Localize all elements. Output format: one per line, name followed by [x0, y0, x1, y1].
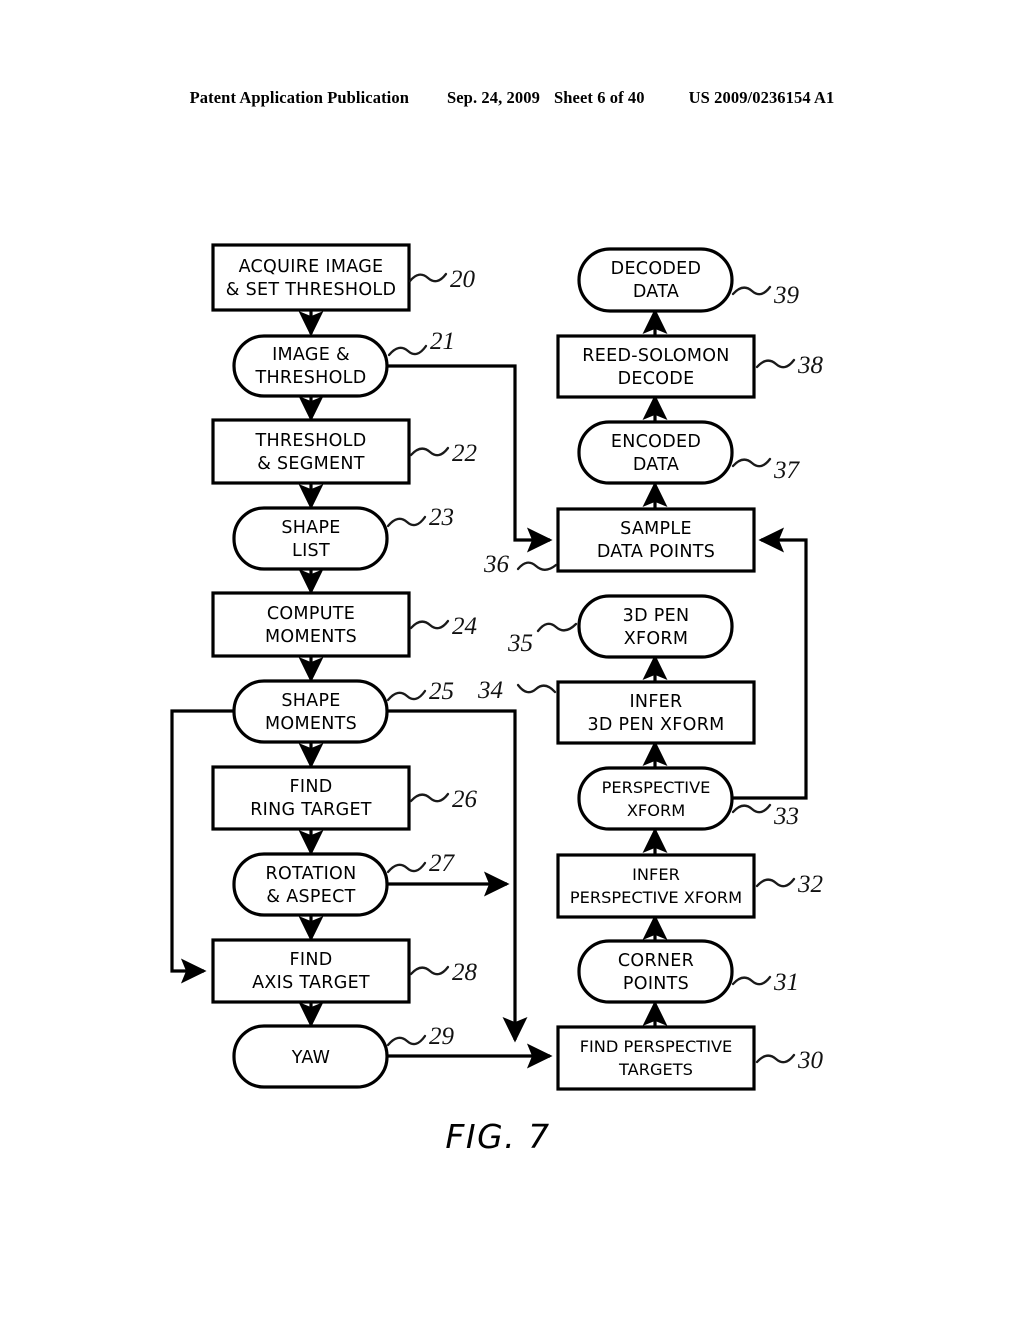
node-34-infer-3d-pen-xform: INFER 3D PEN XFORM — [556, 680, 756, 745]
node-32-infer-perspective-xform: INFER PERSPECTIVE XFORM — [556, 853, 756, 919]
ref-num-29: 29 — [429, 1023, 455, 1050]
node-31-corner-points: CORNER POINTS — [577, 939, 734, 1004]
node-25-line-1: SHAPE — [281, 691, 340, 711]
node-30-line-1: FIND PERSPECTIVE — [580, 1037, 733, 1056]
edge-25-to-28-feedback — [170, 709, 234, 984]
node-34-line-1: INFER — [629, 692, 682, 712]
ref-num-30: 30 — [797, 1047, 824, 1074]
node-39-line-2: DATA — [633, 282, 679, 302]
node-38-line-2: DECODE — [618, 369, 695, 389]
node-25-shape-moments: SHAPE MOMENTS — [232, 679, 389, 744]
node-29-line-1: YAW — [291, 1048, 331, 1068]
node-38-line-1: REED-SOLOMON — [582, 346, 729, 366]
ref-num-24: 24 — [452, 613, 477, 640]
node-38-reed-solomon-decode: REED-SOLOMON DECODE — [556, 334, 756, 399]
node-39-line-1: DECODED — [611, 259, 702, 279]
ref-num-28: 28 — [452, 959, 478, 986]
node-37-line-2: DATA — [633, 455, 679, 475]
node-20-acquire-image-set-threshold: ACQUIRE IMAGE & SET THRESHOLD — [211, 243, 411, 312]
node-39-decoded-data: DECODED DATA — [577, 247, 734, 313]
ref-num-26: 26 — [452, 786, 478, 813]
ref-num-22: 22 — [452, 440, 477, 467]
node-37-line-1: ENCODED — [611, 432, 701, 452]
ref-num-27: 27 — [429, 850, 456, 877]
node-32-line-1: INFER — [632, 865, 680, 884]
node-28-line-2: AXIS TARGET — [252, 973, 370, 993]
ref-num-39: 39 — [773, 282, 800, 309]
ref-num-37: 37 — [773, 457, 801, 484]
node-20-line-2: & SET THRESHOLD — [226, 280, 396, 300]
node-27-line-2: & ASPECT — [266, 887, 355, 907]
flowchart-fig-7: ACQUIRE IMAGE & SET THRESHOLD IMAGE & TH… — [170, 243, 824, 1156]
node-23-shape-list: SHAPE LIST — [232, 506, 389, 571]
node-30-find-perspective-targets: FIND PERSPECTIVE TARGETS — [556, 1025, 756, 1091]
node-21-image-threshold: IMAGE & THRESHOLD — [232, 334, 389, 398]
node-25-line-2: MOMENTS — [265, 714, 357, 734]
ref-num-25: 25 — [429, 678, 454, 705]
node-34-line-2: 3D PEN XFORM — [587, 715, 724, 735]
ref-num-32: 32 — [797, 871, 823, 898]
figure-caption: FIG. 7 — [445, 1117, 550, 1156]
node-26-line-1: FIND — [290, 777, 333, 797]
node-26-line-2: RING TARGET — [250, 800, 372, 820]
ref-num-31: 31 — [773, 969, 799, 996]
node-33-line-1: PERSPECTIVE — [602, 778, 711, 797]
ref-num-20: 20 — [450, 266, 476, 293]
node-28-find-axis-target: FIND AXIS TARGET — [211, 938, 411, 1004]
node-22-line-2: & SEGMENT — [257, 454, 365, 474]
node-35-line-2: XFORM — [624, 629, 689, 649]
node-23-line-1: SHAPE — [281, 518, 340, 538]
node-27-line-1: ROTATION — [266, 864, 357, 884]
node-27-rotation-aspect: ROTATION & ASPECT — [232, 852, 389, 917]
node-37-encoded-data: ENCODED DATA — [577, 420, 734, 485]
node-36-line-2: DATA POINTS — [597, 542, 715, 562]
node-35-3d-pen-xform: 3D PEN XFORM — [577, 594, 734, 659]
node-31-line-2: POINTS — [623, 974, 689, 994]
node-32-line-2: PERSPECTIVE XFORM — [570, 888, 742, 907]
patent-figure-page: Patent Application Publication Sep. 24, 2… — [0, 0, 1024, 1320]
node-23-line-2: LIST — [292, 541, 330, 561]
node-20-line-1: ACQUIRE IMAGE — [239, 257, 384, 277]
node-33-perspective-xform: PERSPECTIVE XFORM — [577, 766, 734, 831]
node-35-line-1: 3D PEN — [623, 606, 690, 626]
node-22-threshold-segment: THRESHOLD & SEGMENT — [211, 418, 411, 485]
node-22-line-1: THRESHOLD — [254, 431, 366, 451]
node-36-sample-data-points: SAMPLE DATA POINTS — [556, 507, 756, 573]
edge-33-to-36-feedback — [731, 527, 808, 800]
node-30-line-2: TARGETS — [618, 1060, 693, 1079]
node-29-yaw: YAW — [232, 1024, 389, 1089]
ref-num-21: 21 — [430, 328, 455, 355]
node-20-shape — [211, 243, 411, 312]
node-36-line-1: SAMPLE — [620, 519, 692, 539]
node-21-line-1: IMAGE & — [272, 345, 350, 365]
ref-num-33: 33 — [773, 803, 799, 830]
node-24-line-1: COMPUTE — [267, 604, 355, 624]
ref-num-36: 36 — [483, 551, 510, 578]
ref-num-38: 38 — [797, 352, 824, 379]
ref-num-23: 23 — [429, 504, 454, 531]
node-26-find-ring-target: FIND RING TARGET — [211, 765, 411, 831]
node-31-line-1: CORNER — [618, 951, 694, 971]
ref-num-35: 35 — [507, 630, 533, 657]
ref-num-34: 34 — [477, 677, 503, 704]
node-33-line-2: XFORM — [627, 801, 685, 820]
node-21-line-2: THRESHOLD — [254, 368, 366, 388]
node-24-line-2: MOMENTS — [265, 627, 357, 647]
node-28-line-1: FIND — [290, 950, 333, 970]
node-24-compute-moments: COMPUTE MOMENTS — [211, 591, 411, 658]
